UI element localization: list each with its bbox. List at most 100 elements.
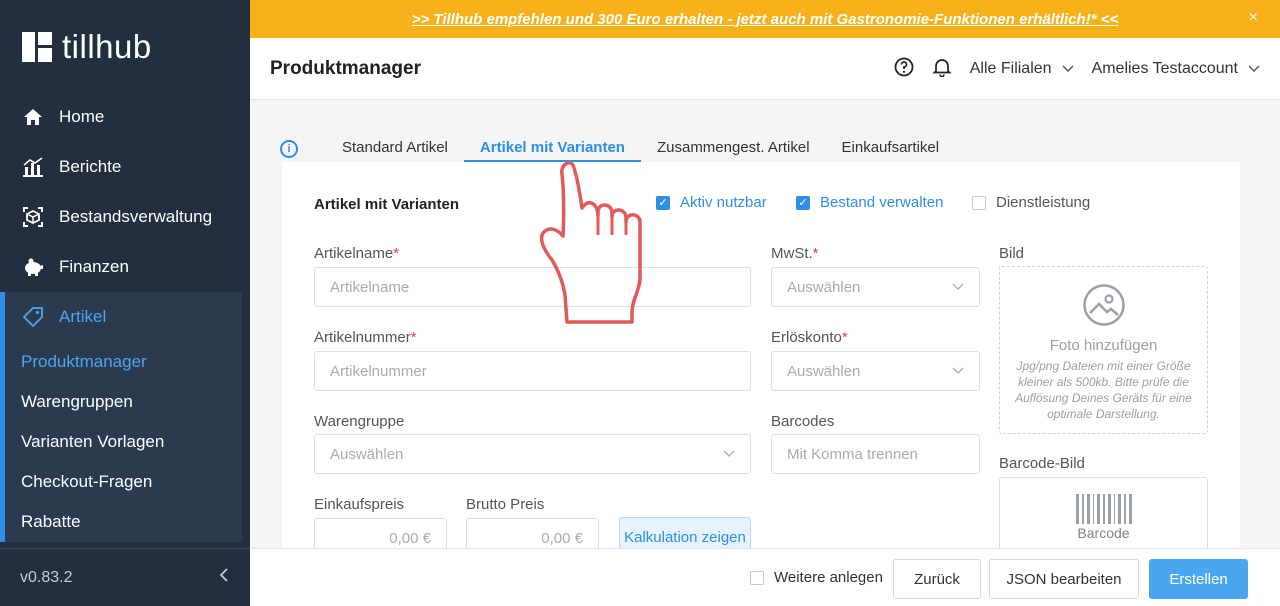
select-placeholder: Auswählen [787, 278, 861, 296]
checkbox-label: Dienstleistung [996, 194, 1091, 211]
sidebar-item-finanzen[interactable]: Finanzen [0, 242, 250, 292]
brutto-preis-input[interactable]: 0,00 € [466, 518, 599, 548]
chart-icon [22, 156, 44, 178]
sidebar-subitem-checkout-fragen[interactable]: Checkout-Fragen [5, 462, 242, 502]
mwst-select[interactable]: Auswählen [771, 267, 980, 307]
weitere-anlegen-checkbox[interactable]: Weitere anlegen [750, 569, 883, 586]
barcode-image-box: Barcode [999, 477, 1208, 548]
warengruppe-label: Warengruppe [314, 413, 405, 430]
logo[interactable]: tillhub [22, 28, 152, 66]
sidebar-nav: Home Berichte Bestandsverwaltung Finanze… [0, 92, 250, 542]
label-text: Artikelname [314, 245, 394, 262]
collapse-sidebar-icon[interactable] [218, 567, 230, 588]
header-actions: Alle Filialen Amelies Testaccount [894, 38, 1260, 100]
warengruppe-select[interactable]: Auswählen [314, 434, 751, 474]
label-text: Erlöskonto [771, 329, 842, 346]
promo-link[interactable]: >> Tillhub empfehlen und 300 Euro erhalt… [412, 11, 1119, 28]
piggy-bank-icon [22, 256, 44, 278]
image-icon [1082, 284, 1125, 326]
select-placeholder: Auswählen [330, 445, 404, 463]
branch-select-value: Alle Filialen [969, 60, 1052, 77]
account-select[interactable]: Amelies Testaccount [1092, 60, 1260, 78]
zurueck-button[interactable]: Zurück [893, 559, 981, 599]
kalkulation-zeigen-button[interactable]: Kalkulation zeigen [619, 517, 751, 548]
tab-artikel-mit-varianten[interactable]: Artikel mit Varianten [463, 130, 641, 162]
sidebar-footer: v0.83.2 [0, 548, 250, 606]
erloeskonto-select[interactable]: Auswählen [771, 351, 980, 391]
sidebar-item-artikel[interactable]: Artikel [5, 292, 242, 342]
artikelnummer-label: Artikelnummer* [314, 329, 417, 346]
artikelname-label: Artikelname* [314, 245, 400, 262]
tab-einkaufsartikel[interactable]: Einkaufsartikel [826, 130, 956, 162]
label-text: MwSt. [771, 245, 813, 262]
form-title: Artikel mit Varianten [314, 196, 460, 213]
checkbox-bestand-verwalten[interactable]: ✓ Bestand verwalten [796, 194, 943, 211]
page-title: Produktmanager [270, 57, 421, 79]
sidebar-item-home[interactable]: Home [0, 92, 250, 142]
chevron-down-icon [1062, 62, 1074, 76]
sidebar-item-label: Bestandsverwaltung [59, 207, 213, 226]
sidebar-item-berichte[interactable]: Berichte [0, 142, 250, 192]
bell-icon[interactable] [932, 57, 952, 82]
sidebar-subitem-warengruppen[interactable]: Warengruppen [5, 382, 242, 422]
form-footer: Weitere anlegen Zurück JSON bearbeiten E… [250, 548, 1280, 606]
promo-banner: >> Tillhub empfehlen und 300 Euro erhalt… [250, 0, 1280, 38]
info-icon[interactable]: i [280, 140, 298, 158]
account-select-value: Amelies Testaccount [1091, 60, 1238, 77]
article-form-card: Artikel mit Varianten ✓ Aktiv nutzbar ✓ … [282, 162, 1240, 548]
logo-text: tillhub [62, 28, 152, 65]
barcode-text: Barcode [1077, 525, 1130, 541]
checkbox-aktiv-nutzbar[interactable]: ✓ Aktiv nutzbar [656, 194, 767, 211]
help-icon[interactable] [894, 57, 914, 82]
barcodes-input[interactable]: Mit Komma trennen [771, 434, 980, 474]
sidebar-subitem-rabatte[interactable]: Rabatte [5, 502, 242, 542]
tag-icon [22, 306, 44, 328]
sidebar-item-label: Finanzen [59, 257, 129, 276]
checkbox-dienstleistung[interactable]: Dienstleistung [972, 194, 1090, 211]
checkbox-label: Weitere anlegen [774, 569, 883, 586]
chevron-down-icon [723, 450, 735, 457]
bild-label: Bild [999, 245, 1025, 262]
einkaufspreis-input[interactable]: 0,00 € [314, 518, 447, 548]
mwst-label: MwSt.* [771, 245, 819, 262]
checkbox-label: Bestand verwalten [820, 194, 944, 211]
article-type-tabs: i Standard Artikel Artikel mit Varianten… [280, 130, 955, 162]
barcode-icon [1075, 494, 1132, 524]
home-icon [22, 106, 44, 128]
foto-hinzufuegen-text: Foto hinzufügen [1049, 337, 1158, 354]
artikelnummer-input[interactable]: Artikelnummer [314, 351, 751, 391]
barcodes-label: Barcodes [771, 413, 835, 430]
chevron-down-icon [952, 367, 964, 374]
checkbox-checked-icon: ✓ [796, 195, 810, 210]
sidebar: tillhub Home Berichte Bestandsverwaltung… [0, 0, 250, 606]
checkbox-unchecked-icon [750, 570, 764, 585]
sidebar-item-bestandsverwaltung[interactable]: Bestandsverwaltung [0, 192, 250, 242]
checkbox-checked-icon: ✓ [656, 195, 670, 210]
brutto-preis-label: Brutto Preis [466, 496, 545, 513]
sidebar-item-label: Berichte [59, 157, 122, 176]
branch-select[interactable]: Alle Filialen [970, 60, 1074, 78]
checkbox-unchecked-icon [972, 195, 986, 210]
inventory-icon [22, 206, 44, 228]
tab-zusammengest-artikel[interactable]: Zusammengest. Artikel [641, 130, 826, 162]
erloeskonto-label: Erlöskonto* [771, 329, 848, 346]
sidebar-item-label: Artikel [59, 307, 107, 326]
label-text: Artikelnummer [314, 329, 411, 346]
einkaufspreis-label: Einkaufspreis [314, 496, 405, 513]
image-upload-dropzone[interactable]: Foto hinzufügen Jpg/png Dateien mit eine… [999, 266, 1208, 434]
image-upload-hint: Jpg/png Dateien mit einer Größe kleiner … [1015, 359, 1192, 421]
version-label: v0.83.2 [20, 568, 73, 586]
artikelname-input[interactable]: Artikelname [314, 267, 751, 307]
logo-mark-icon [22, 32, 52, 62]
tab-standard-artikel[interactable]: Standard Artikel [326, 130, 464, 162]
json-bearbeiten-button[interactable]: JSON bearbeiten [989, 559, 1139, 599]
erstellen-button[interactable]: Erstellen [1149, 559, 1248, 599]
sidebar-subitem-varianten-vorlagen[interactable]: Varianten Vorlagen [5, 422, 242, 462]
sidebar-subitem-produktmanager[interactable]: Produktmanager [5, 342, 242, 382]
barcode-bild-label: Barcode-Bild [999, 455, 1085, 472]
top-header: Produktmanager Alle Filialen Amelies Tes… [250, 38, 1280, 100]
close-icon[interactable]: × [1249, 9, 1258, 27]
sidebar-item-label: Home [59, 107, 105, 126]
sidebar-group-artikel: Artikel Produktmanager Warengruppen Vari… [0, 292, 242, 542]
chevron-down-icon [952, 283, 964, 290]
